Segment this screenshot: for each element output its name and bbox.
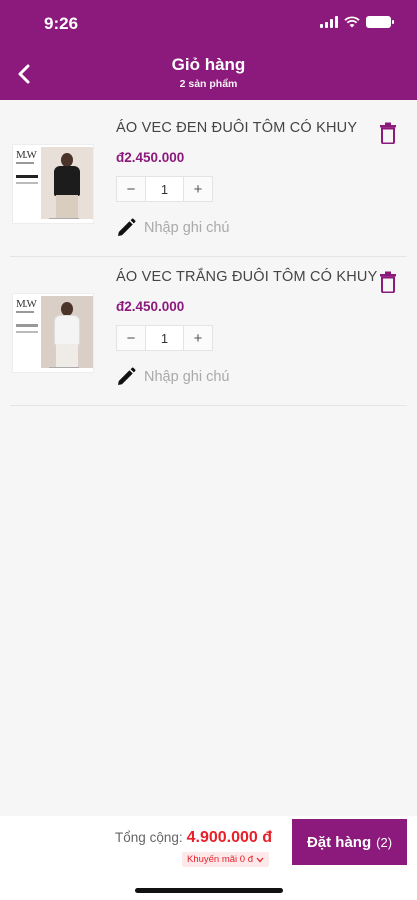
note-placeholder: Nhập ghi chú [144,220,230,236]
wifi-icon [344,16,360,28]
product-price: đ2.450.000 [116,299,185,314]
place-order-button[interactable]: Đặt hàng (2) [292,819,407,865]
increase-quantity-button[interactable]: + [183,325,213,351]
product-name[interactable]: ÁO VEC ĐEN ĐUÔI TÔM CÓ KHUY [116,120,366,136]
decrease-quantity-button[interactable]: − [116,325,146,351]
signal-icon [320,16,338,28]
cart-item: M.W ÁO VEC TRẮNG ĐUÔI TÔM CÓ KHUY đ2.450… [10,257,407,406]
promo-text: Khuyến mãi 0 đ [186,854,253,865]
note-placeholder: Nhập ghi chú [144,369,230,385]
pencil-icon [118,367,136,385]
quantity-value[interactable]: 1 [146,325,183,351]
app-header: 9:26 Giỏ hàng 2 sản phẩm [0,0,417,100]
status-time: 9:26 [44,14,79,33]
home-indicator [135,888,283,893]
increase-quantity-button[interactable]: + [183,176,213,202]
product-name[interactable]: ÁO VEC TRẮNG ĐUÔI TÔM CÓ KHUY [116,269,377,285]
page-title: Giỏ hàng [171,55,246,74]
quantity-value[interactable]: 1 [146,176,183,202]
product-thumbnail[interactable]: M.W [12,293,94,373]
delete-item-button[interactable] [379,122,397,145]
total-value: 4.900.000 đ [186,829,272,846]
decrease-quantity-button[interactable]: − [116,176,146,202]
quantity-stepper: − 1 + [116,325,213,351]
battery-icon [366,16,394,28]
cart-item-list: M.W ÁO VEC ĐEN ĐUÔI TÔM CÓ KHUY đ2.450.0… [10,108,407,406]
product-thumbnail[interactable]: M.W [12,144,94,224]
total-label: Tổng cộng: [115,830,183,845]
thumbnail-brand: M.W [16,149,37,161]
order-count: (2) [376,834,393,850]
product-price: đ2.450.000 [116,150,185,165]
quantity-stepper: − 1 + [116,176,213,202]
page-subtitle: 2 sản phẩm [179,78,238,90]
add-note-button[interactable]: Nhập ghi chú [116,367,229,387]
order-button-label: Đặt hàng [306,833,372,851]
header-title-group: Giỏ hàng 2 sản phẩm [0,55,417,90]
thumbnail-brand: M.W [16,298,37,310]
total-line: Tổng cộng: 4.900.000 đ [115,829,272,847]
chevron-down-icon [256,857,264,862]
cart-screen: 9:26 Giỏ hàng 2 sản phẩm M.W ÁO VEC ĐEN … [0,0,417,900]
checkout-footer: Tổng cộng: 4.900.000 đ Khuyến mãi 0 đ Đặ… [0,816,417,900]
pencil-icon [118,218,136,236]
product-photo [41,296,93,368]
product-photo [41,147,93,219]
cart-item: M.W ÁO VEC ĐEN ĐUÔI TÔM CÓ KHUY đ2.450.0… [10,108,407,257]
add-note-button[interactable]: Nhập ghi chú [116,218,229,238]
status-bar: 9:26 [0,12,417,36]
trash-icon [380,122,396,145]
trash-icon [380,271,396,294]
promo-toggle[interactable]: Khuyến mãi 0 đ [181,852,269,867]
status-icons [320,16,394,28]
delete-item-button[interactable] [379,271,397,294]
